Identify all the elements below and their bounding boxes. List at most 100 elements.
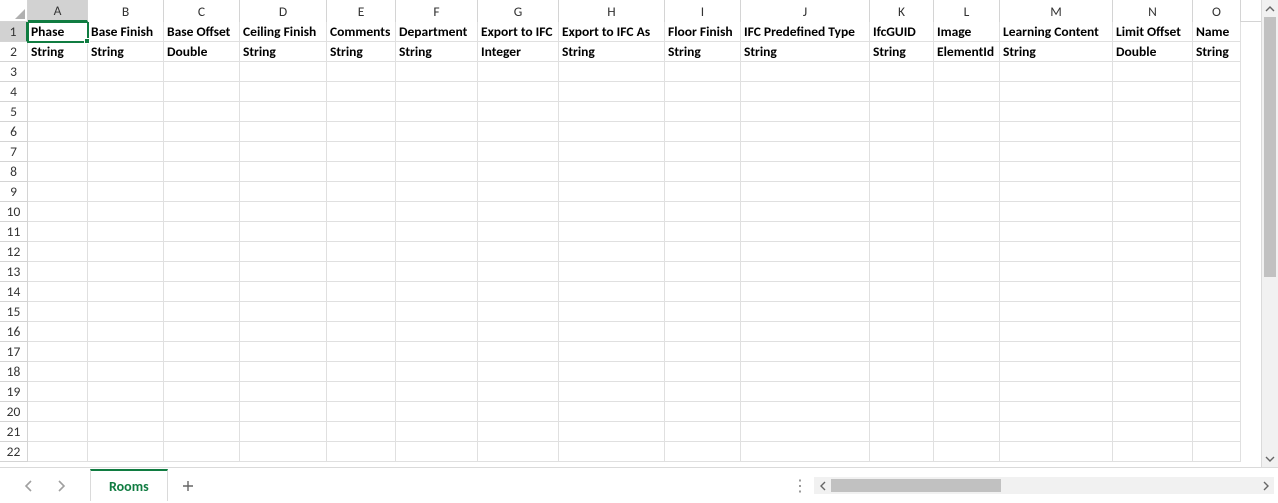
prev-sheet-button[interactable]: [22, 479, 36, 493]
cell-D15[interactable]: [240, 302, 327, 322]
cell-M6[interactable]: [1000, 122, 1113, 142]
next-sheet-button[interactable]: [54, 479, 68, 493]
column-header-I[interactable]: I: [665, 0, 741, 22]
cell-H11[interactable]: [559, 222, 665, 242]
cell-M9[interactable]: [1000, 182, 1113, 202]
cell-E7[interactable]: [327, 142, 396, 162]
cell-F11[interactable]: [396, 222, 478, 242]
cell-E11[interactable]: [327, 222, 396, 242]
cell-O16[interactable]: [1193, 322, 1241, 342]
row-header-19[interactable]: 19: [0, 382, 28, 402]
cell-A20[interactable]: [28, 402, 88, 422]
cell-C6[interactable]: [164, 122, 240, 142]
cell-E13[interactable]: [327, 262, 396, 282]
row-header-15[interactable]: 15: [0, 302, 28, 322]
cell-A14[interactable]: [28, 282, 88, 302]
horizontal-scroll-thumb[interactable]: [831, 479, 1001, 492]
cell-J21[interactable]: [741, 422, 870, 442]
cell-F21[interactable]: [396, 422, 478, 442]
row-header-10[interactable]: 10: [0, 202, 28, 222]
cell-D16[interactable]: [240, 322, 327, 342]
cell-G11[interactable]: [478, 222, 559, 242]
scroll-left-button[interactable]: [814, 477, 831, 494]
cell-G2[interactable]: Integer: [478, 42, 559, 62]
cell-C14[interactable]: [164, 282, 240, 302]
cell-N16[interactable]: [1113, 322, 1193, 342]
cell-B18[interactable]: [88, 362, 164, 382]
cell-L11[interactable]: [934, 222, 1000, 242]
cell-D19[interactable]: [240, 382, 327, 402]
cell-J10[interactable]: [741, 202, 870, 222]
column-header-B[interactable]: B: [88, 0, 164, 22]
select-all-corner[interactable]: [0, 0, 28, 22]
cell-K4[interactable]: [870, 82, 934, 102]
cell-L13[interactable]: [934, 262, 1000, 282]
cell-K10[interactable]: [870, 202, 934, 222]
row-header-4[interactable]: 4: [0, 82, 28, 102]
cell-N15[interactable]: [1113, 302, 1193, 322]
cell-F14[interactable]: [396, 282, 478, 302]
cell-L14[interactable]: [934, 282, 1000, 302]
vertical-scroll-thumb[interactable]: [1264, 17, 1276, 277]
cell-E4[interactable]: [327, 82, 396, 102]
cell-C12[interactable]: [164, 242, 240, 262]
cell-J16[interactable]: [741, 322, 870, 342]
cell-D11[interactable]: [240, 222, 327, 242]
cell-G20[interactable]: [478, 402, 559, 422]
cell-C10[interactable]: [164, 202, 240, 222]
cell-C17[interactable]: [164, 342, 240, 362]
cell-E18[interactable]: [327, 362, 396, 382]
cell-N22[interactable]: [1113, 442, 1193, 462]
cell-A15[interactable]: [28, 302, 88, 322]
cell-M5[interactable]: [1000, 102, 1113, 122]
cell-I16[interactable]: [665, 322, 741, 342]
cell-C11[interactable]: [164, 222, 240, 242]
cell-L8[interactable]: [934, 162, 1000, 182]
cell-D2[interactable]: String: [240, 42, 327, 62]
cell-N1[interactable]: Limit Offset: [1113, 22, 1193, 42]
cell-N10[interactable]: [1113, 202, 1193, 222]
cell-C1[interactable]: Base Offset: [164, 22, 240, 42]
cell-C16[interactable]: [164, 322, 240, 342]
cell-K1[interactable]: IfcGUID: [870, 22, 934, 42]
cell-E16[interactable]: [327, 322, 396, 342]
cell-K9[interactable]: [870, 182, 934, 202]
column-header-E[interactable]: E: [327, 0, 396, 22]
row-header-5[interactable]: 5: [0, 102, 28, 122]
cell-F19[interactable]: [396, 382, 478, 402]
cell-N11[interactable]: [1113, 222, 1193, 242]
cell-H7[interactable]: [559, 142, 665, 162]
cell-L1[interactable]: Image: [934, 22, 1000, 42]
cell-E15[interactable]: [327, 302, 396, 322]
cell-O12[interactable]: [1193, 242, 1241, 262]
cell-A11[interactable]: [28, 222, 88, 242]
cell-N14[interactable]: [1113, 282, 1193, 302]
add-sheet-button[interactable]: [168, 479, 208, 493]
cell-O3[interactable]: [1193, 62, 1241, 82]
cell-O22[interactable]: [1193, 442, 1241, 462]
cell-G22[interactable]: [478, 442, 559, 462]
cell-J18[interactable]: [741, 362, 870, 382]
cell-I10[interactable]: [665, 202, 741, 222]
cell-L5[interactable]: [934, 102, 1000, 122]
cell-M4[interactable]: [1000, 82, 1113, 102]
cell-H20[interactable]: [559, 402, 665, 422]
cell-M7[interactable]: [1000, 142, 1113, 162]
cell-H22[interactable]: [559, 442, 665, 462]
row-header-3[interactable]: 3: [0, 62, 28, 82]
cell-J15[interactable]: [741, 302, 870, 322]
cell-N8[interactable]: [1113, 162, 1193, 182]
cell-D3[interactable]: [240, 62, 327, 82]
cell-L19[interactable]: [934, 382, 1000, 402]
cell-B1[interactable]: Base Finish: [88, 22, 164, 42]
cell-E2[interactable]: String: [327, 42, 396, 62]
cell-M14[interactable]: [1000, 282, 1113, 302]
cell-I1[interactable]: Floor Finish: [665, 22, 741, 42]
cell-G1[interactable]: Export to IFC: [478, 22, 559, 42]
cell-L21[interactable]: [934, 422, 1000, 442]
cell-I17[interactable]: [665, 342, 741, 362]
cell-F3[interactable]: [396, 62, 478, 82]
cell-I13[interactable]: [665, 262, 741, 282]
cell-M11[interactable]: [1000, 222, 1113, 242]
cell-L7[interactable]: [934, 142, 1000, 162]
